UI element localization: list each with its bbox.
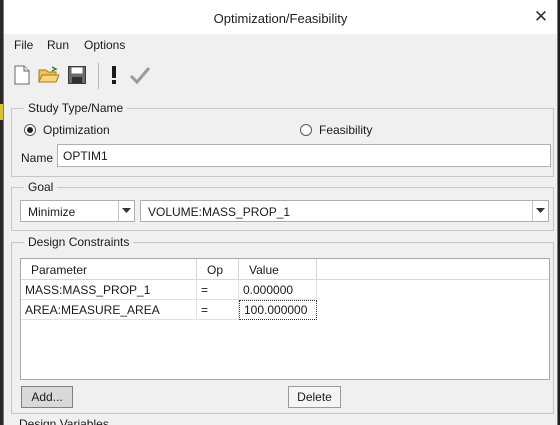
delete-button[interactable]: Delete (288, 386, 341, 408)
study-type-group: Study Type/Name Optimization Feasibility… (11, 101, 554, 177)
design-constraints-group: Design Constraints Parameter Op Value MA… (11, 235, 554, 414)
radio-feasibility[interactable]: Feasibility (300, 123, 372, 137)
radio-checked-icon[interactable] (24, 124, 36, 136)
study-name-input[interactable] (57, 144, 551, 167)
table-cell-value[interactable]: 0.000000 (239, 280, 317, 300)
column-header-filler (317, 259, 549, 280)
table-cell-parameter[interactable]: MASS:MASS_PROP_1 (21, 280, 197, 300)
accept-icon[interactable] (128, 63, 152, 87)
column-header-op[interactable]: Op (197, 259, 239, 280)
run-icon[interactable] (102, 63, 126, 87)
table-cell-value-editing[interactable]: 100.000000 (239, 300, 317, 320)
menu-file[interactable]: File (14, 38, 33, 52)
table-cell-op[interactable]: = (197, 300, 239, 320)
menu-bar: File Run Options (4, 36, 557, 56)
close-icon[interactable]: ✕ (531, 7, 551, 27)
menu-run[interactable]: Run (47, 38, 69, 52)
design-variables-label: Design Variables (19, 417, 109, 425)
goal-label: Goal (24, 180, 58, 194)
chevron-down-icon[interactable] (532, 201, 548, 221)
design-constraints-label: Design Constraints (24, 235, 134, 249)
goal-group: Goal Minimize VOLUME:MASS_PROP_1 (11, 180, 554, 231)
name-label: Name (21, 151, 54, 165)
title-bar: Optimization/Feasibility ✕ (4, 0, 557, 34)
new-document-icon[interactable] (10, 63, 34, 87)
table-cell-op[interactable]: = (197, 280, 239, 300)
study-type-label: Study Type/Name (24, 101, 128, 115)
goal-direction-value: Minimize (28, 205, 76, 219)
dialog-title: Optimization/Feasibility (213, 11, 348, 26)
chevron-down-icon[interactable] (118, 201, 134, 221)
radio-optimization-label: Optimization (43, 123, 110, 137)
table-cell-parameter[interactable]: AREA:MEASURE_AREA (21, 300, 197, 320)
open-folder-icon[interactable] (37, 63, 61, 87)
radio-feasibility-label: Feasibility (319, 123, 373, 137)
menu-options[interactable]: Options (84, 38, 125, 52)
radio-optimization[interactable]: Optimization (24, 123, 110, 137)
column-header-value[interactable]: Value (239, 259, 317, 280)
toolbar (4, 60, 557, 92)
save-icon[interactable] (65, 63, 89, 87)
goal-parameter-select[interactable]: VOLUME:MASS_PROP_1 (140, 200, 549, 222)
goal-direction-select[interactable]: Minimize (20, 200, 135, 222)
optimization-dialog: Optimization/Feasibility ✕ File Run Opti… (3, 0, 558, 425)
goal-parameter-value: VOLUME:MASS_PROP_1 (148, 205, 291, 219)
toolbar-separator (98, 63, 99, 89)
constraints-table: Parameter Op Value MASS:MASS_PROP_1 = 0.… (20, 258, 550, 380)
add-button[interactable]: Add... (21, 386, 73, 408)
column-header-parameter[interactable]: Parameter (21, 259, 197, 280)
radio-unchecked-icon[interactable] (300, 124, 312, 136)
